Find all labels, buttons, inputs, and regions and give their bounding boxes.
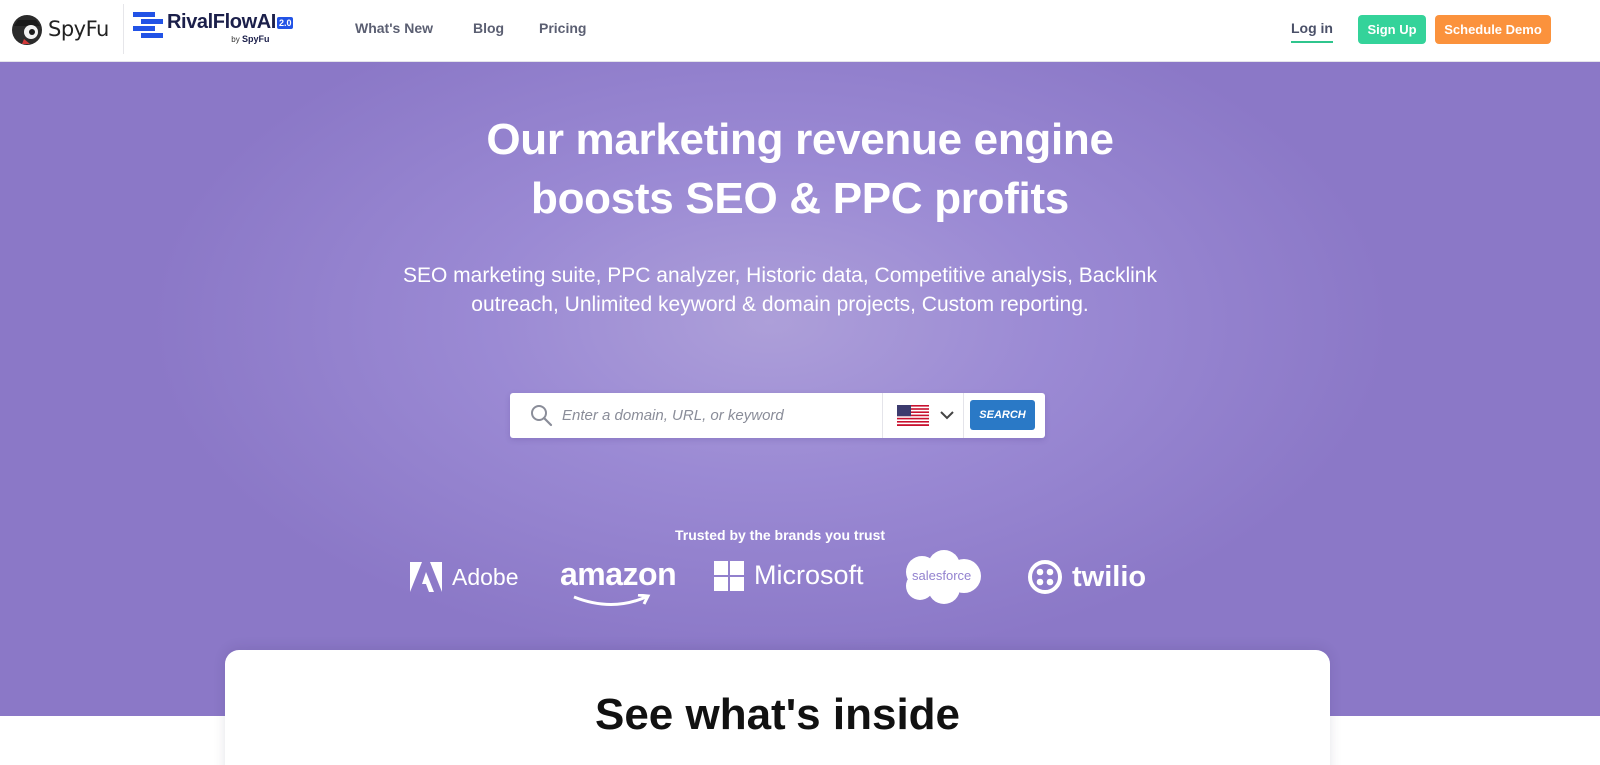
see-inside-title: See what's inside bbox=[594, 690, 961, 739]
country-selector[interactable] bbox=[882, 393, 964, 438]
microsoft-icon bbox=[714, 560, 744, 591]
amazon-logo: amazon bbox=[560, 556, 677, 606]
see-inside-card: See what's inside bbox=[225, 650, 1330, 765]
amazon-wordmark: amazon bbox=[560, 556, 677, 592]
salesforce-logo: salesforce bbox=[900, 548, 986, 608]
login-link[interactable]: Log in bbox=[1291, 20, 1333, 43]
brand-logos: Adobe amazon Microsoft salesforce twilio bbox=[400, 548, 1160, 620]
adobe-wordmark: Adobe bbox=[452, 563, 519, 590]
amazon-smile-icon bbox=[573, 594, 651, 606]
chevron-down-icon bbox=[940, 411, 954, 420]
rivalflow-name: RivalFlowAI bbox=[167, 11, 276, 33]
nav-link-pricing[interactable]: Pricing bbox=[539, 20, 586, 36]
search-button[interactable]: SEARCH bbox=[970, 400, 1035, 430]
nav-divider bbox=[123, 4, 124, 54]
search-input[interactable] bbox=[562, 400, 882, 430]
hero-subtitle: SEO marketing suite, PPC analyzer, Histo… bbox=[403, 264, 1157, 316]
spyfu-wordmark: SpyFu bbox=[48, 17, 109, 41]
hero-title-line2: boosts SEO & PPC profits bbox=[531, 174, 1069, 223]
microsoft-logo: Microsoft bbox=[714, 560, 864, 591]
salesforce-wordmark: salesforce bbox=[912, 568, 972, 583]
adobe-icon bbox=[410, 562, 442, 592]
twilio-logo: twilio bbox=[1028, 560, 1146, 594]
search-icon bbox=[531, 405, 553, 427]
microsoft-wordmark: Microsoft bbox=[754, 560, 864, 590]
search-bar: SEARCH bbox=[510, 393, 1045, 438]
top-navbar: SpyFu RivalFlowAI 2.0 by SpyFu What's New… bbox=[0, 0, 1600, 62]
rivalflow-by-line: by SpyFu bbox=[231, 34, 270, 44]
twilio-icon bbox=[1028, 560, 1062, 594]
rivalflow-stack-icon bbox=[133, 12, 163, 38]
nav-link-whats-new[interactable]: What's New bbox=[355, 20, 433, 36]
nav-link-blog[interactable]: Blog bbox=[473, 20, 504, 36]
schedule-demo-button[interactable]: Schedule Demo bbox=[1435, 15, 1551, 44]
spyfu-mascot-icon bbox=[12, 15, 42, 45]
us-flag-icon bbox=[897, 405, 929, 426]
spyfu-logo[interactable]: SpyFu bbox=[10, 12, 109, 46]
rivalflow-logo[interactable]: RivalFlowAI 2.0 by SpyFu bbox=[133, 10, 294, 44]
rivalflow-version-badge: 2.0 bbox=[276, 17, 294, 29]
rivalflow-wordmark: RivalFlowAI 2.0 by SpyFu bbox=[167, 10, 294, 44]
hero-section: Our marketing revenue engine boosts SEO … bbox=[0, 62, 1600, 716]
hero-title-line1: Our marketing revenue engine bbox=[486, 115, 1114, 164]
twilio-wordmark: twilio bbox=[1072, 560, 1147, 593]
adobe-logo: Adobe bbox=[410, 562, 519, 592]
hero-title: Our marketing revenue engine boosts SEO … bbox=[300, 110, 1300, 228]
signup-button[interactable]: Sign Up bbox=[1358, 15, 1426, 44]
trusted-brands-heading: Trusted by the brands you trust bbox=[674, 527, 886, 543]
